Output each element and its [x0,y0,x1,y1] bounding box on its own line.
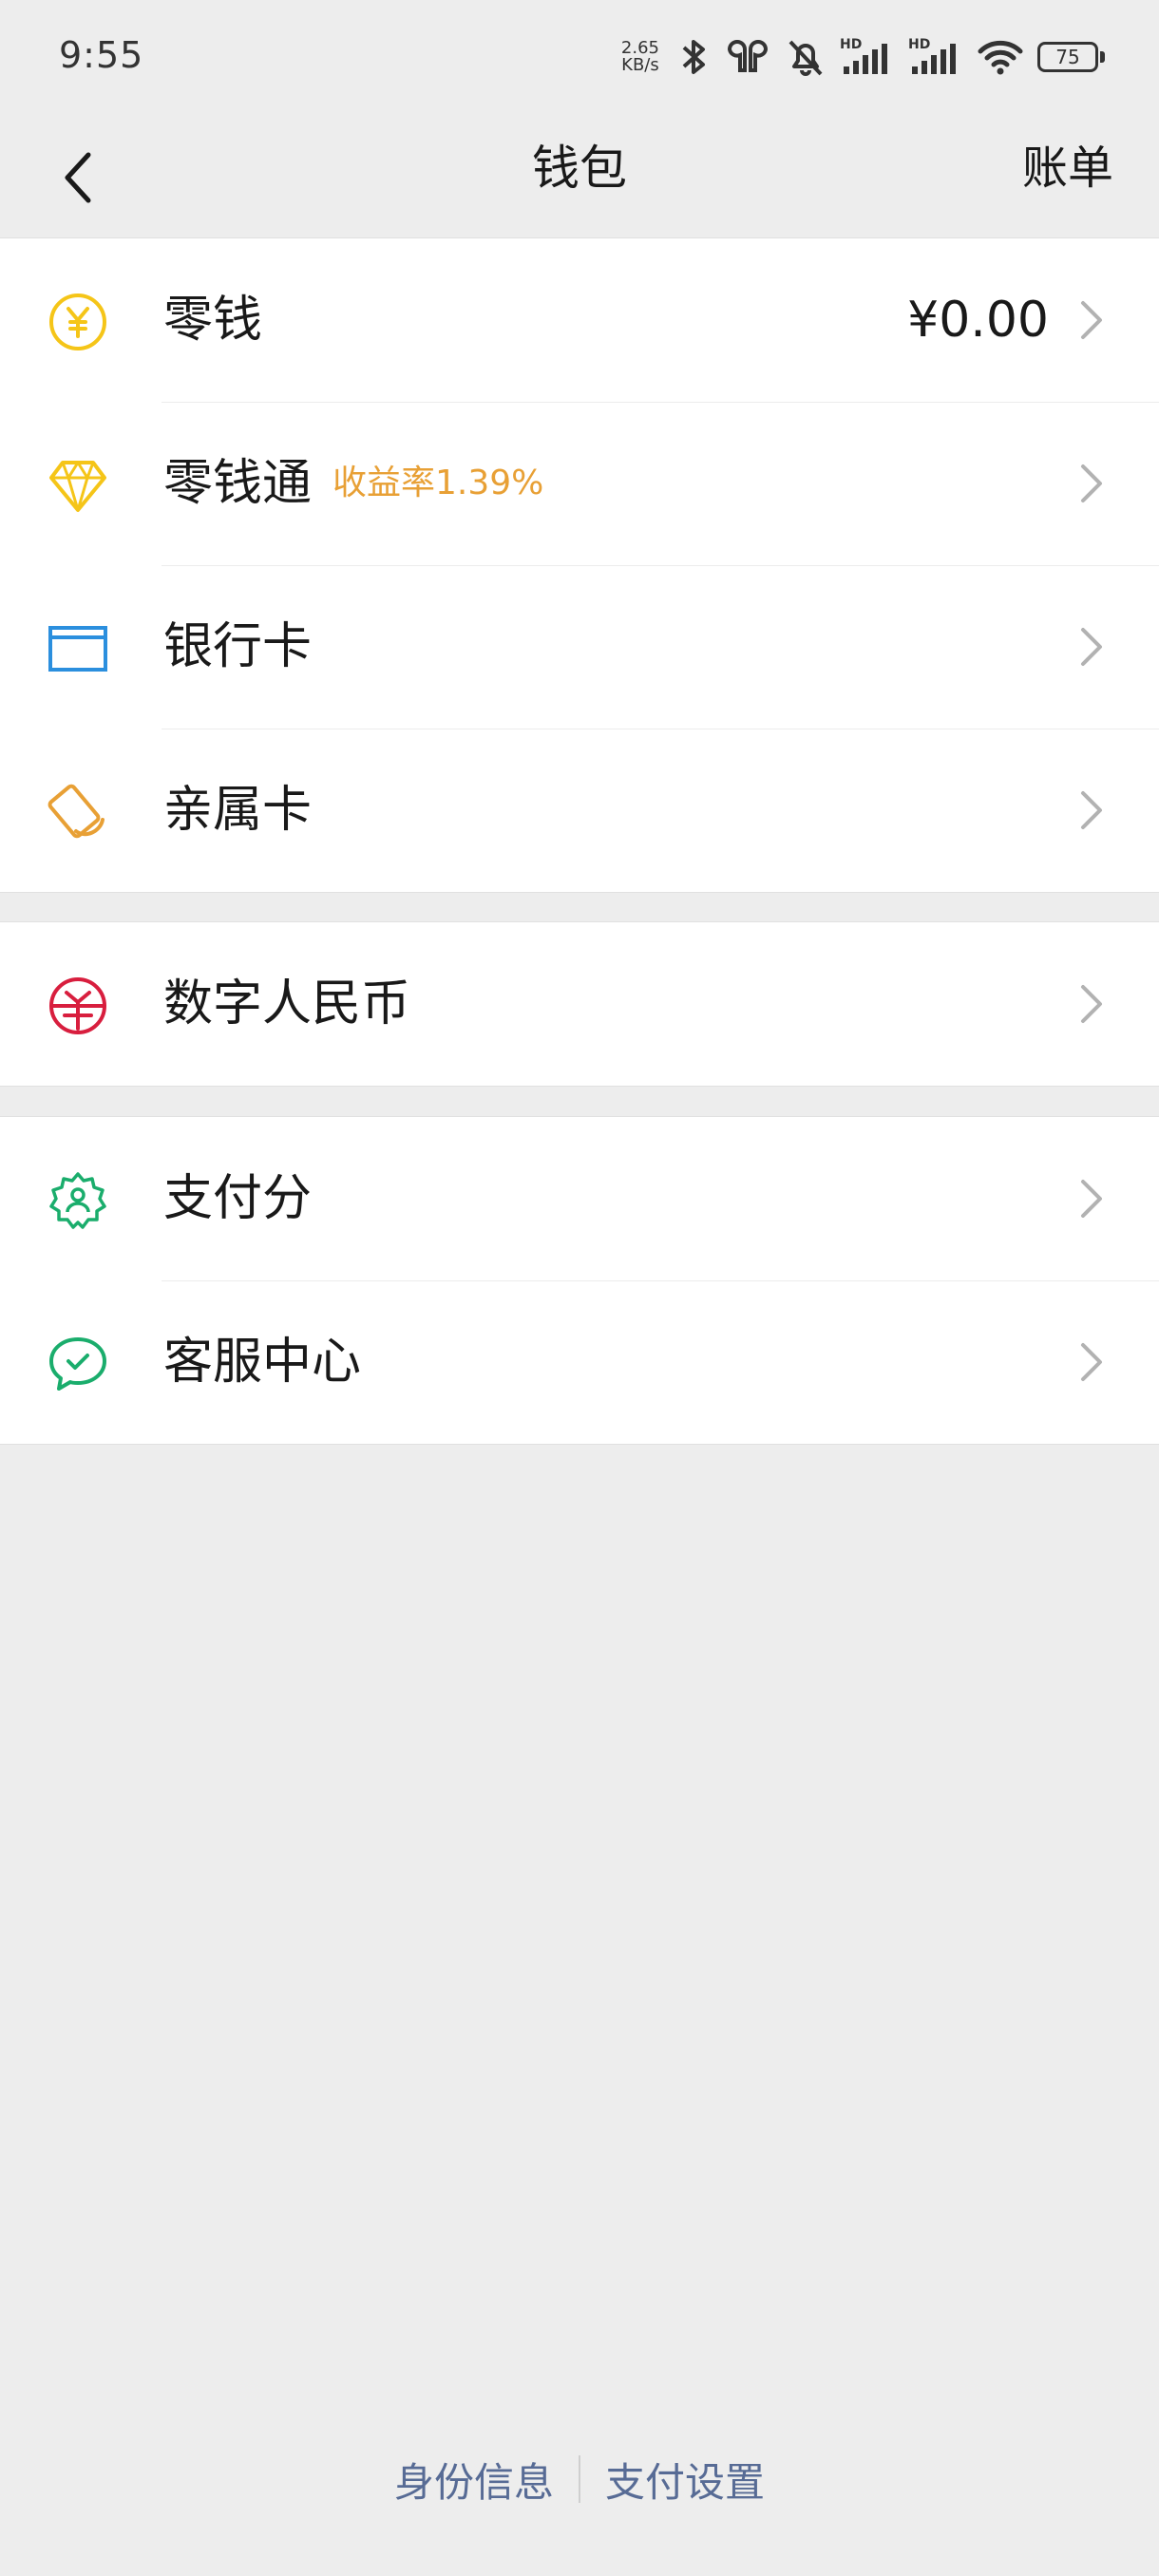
list-item-label: 银行卡 [163,618,313,675]
yield-rate: 收益率1.39% [332,464,544,502]
bluetooth-icon [682,40,705,74]
list-item-change[interactable]: 零钱 ¥0.00 [0,238,1159,402]
wallet-group-services: 支付分 客服中心 [0,1116,1159,1445]
chevron-right-icon [1081,1343,1102,1381]
list-item-digital-rmb[interactable]: 数字人民币 [0,922,1159,1086]
earbuds-icon [727,40,769,72]
list-item-label: 零钱 [163,292,263,349]
battery-level: 75 [1055,46,1080,68]
footer-links: 身份信息 支付设置 [0,2441,1159,2517]
yuan-coin-icon [49,294,106,350]
chevron-right-icon [1081,791,1102,829]
list-item-bank-card[interactable]: 银行卡 [0,565,1159,729]
page-title: 钱包 [532,141,627,196]
digital-rmb-icon [49,977,106,1034]
wallet-group-main: 零钱 ¥0.00 零钱通 收益率1.39% 银行卡 亲属卡 [0,237,1159,893]
list-item-label: 客服中心 [163,1334,362,1391]
payment-settings-link[interactable]: 支付设置 [580,2451,789,2509]
identity-info-link[interactable]: 身份信息 [370,2451,579,2509]
list-item-label: 数字人民币 [163,975,411,1032]
svg-text:HD: HD [840,37,862,52]
list-item-label: 支付分 [163,1170,313,1227]
customer-service-icon [49,1337,106,1391]
chevron-right-icon [1081,464,1102,502]
chevron-right-icon [1081,985,1102,1023]
diamond-icon [49,461,106,512]
list-item-change-plus[interactable]: 零钱通 收益率1.39% [0,402,1159,565]
chevron-right-icon [1081,301,1102,339]
list-item-label: 零钱通 [163,455,313,512]
chevron-right-icon [1081,628,1102,666]
family-card-icon [48,784,104,839]
status-icons: 2.65 KB/s HD HD 75 [621,28,1106,85]
net-speed: 2.65 KB/s [620,38,659,75]
list-item-customer-service[interactable]: 客服中心 [0,1280,1159,1444]
chevron-right-icon [1081,1180,1102,1218]
list-item-pay-score[interactable]: 支付分 [0,1117,1159,1280]
list-item-family-card[interactable]: 亲属卡 [0,729,1159,892]
status-time: 9:55 [59,34,144,76]
pay-score-icon [49,1172,106,1229]
nav-bar: 钱包 账单 [0,114,1159,237]
balance-value: ¥0.00 [907,292,1049,349]
signal-hd-icon: HD [840,37,887,74]
battery-icon: 75 [1037,42,1106,72]
wifi-icon [978,40,1023,75]
status-bar: 9:55 2.65 KB/s HD HD 75 [0,0,1159,114]
mute-bell-icon [788,40,823,76]
list-item-label: 亲属卡 [163,782,313,839]
bill-button[interactable]: 账单 [1022,135,1113,201]
bank-card-icon [48,626,107,672]
signal-hd-icon: HD [908,37,956,74]
wallet-group-digital: 数字人民币 [0,921,1159,1087]
back-button[interactable] [34,135,120,220]
chevron-left-icon [65,152,91,203]
svg-text:HD: HD [908,37,930,52]
